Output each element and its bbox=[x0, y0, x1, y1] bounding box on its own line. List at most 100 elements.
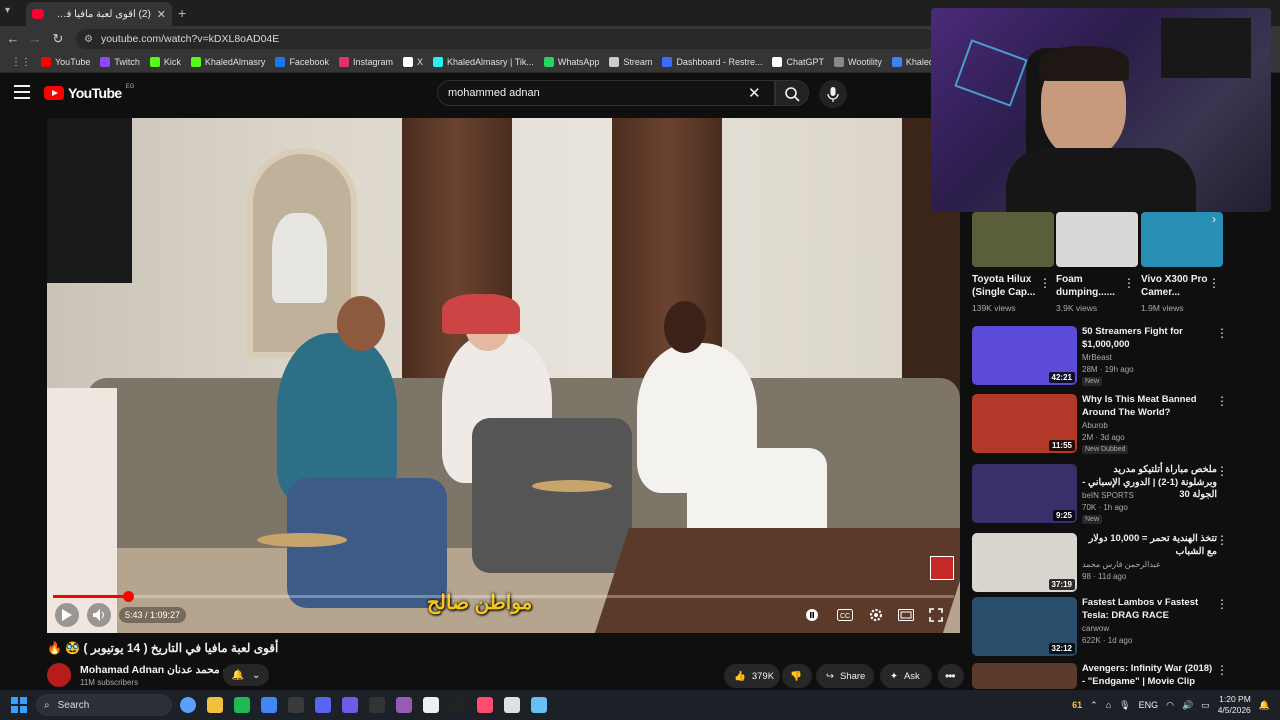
more-icon[interactable]: ⋮ bbox=[1216, 326, 1228, 340]
bookmark-item[interactable]: YouTube bbox=[36, 57, 95, 67]
network-icon[interactable]: ⌂ bbox=[1106, 700, 1111, 710]
app-icon[interactable] bbox=[477, 697, 493, 713]
more-icon[interactable]: ⋮ bbox=[1216, 394, 1228, 408]
recommendation-item[interactable]: 9:25 ملخص مباراة أتلتيكو مدريد وبرشلونة (… bbox=[972, 464, 1272, 526]
recommendation-title[interactable]: Fastest Lambos v Fastest Tesla: DRAG RAC… bbox=[1082, 597, 1217, 622]
voice-search-button[interactable] bbox=[819, 80, 847, 108]
recommendation-thumbnail[interactable]: 42:21 bbox=[972, 326, 1077, 385]
recommendation-thumbnail[interactable]: 32:12 bbox=[972, 597, 1077, 656]
forward-icon[interactable]: → bbox=[26, 31, 44, 46]
play-button[interactable] bbox=[55, 603, 79, 627]
recommendation-thumbnail[interactable]: 11:55 bbox=[972, 394, 1077, 453]
apps-icon[interactable]: ⋮⋮ bbox=[6, 57, 36, 68]
notifications-button[interactable]: 🔔 ⌄ bbox=[223, 664, 269, 686]
bookmark-item[interactable]: Kick bbox=[145, 57, 186, 67]
active-tab[interactable]: (2) أقوى لعبة مافيا في التاريخ (4 ✕ bbox=[26, 2, 172, 26]
more-icon[interactable]: ⋮ bbox=[1123, 276, 1135, 290]
bookmark-item[interactable]: Dashboard - Restre... bbox=[657, 57, 767, 67]
bookmark-item[interactable]: KhaledAlmasry bbox=[186, 57, 271, 67]
clear-search-icon[interactable]: ✕ bbox=[748, 84, 761, 102]
autoplay-toggle[interactable] bbox=[802, 605, 822, 625]
spotify-icon[interactable] bbox=[234, 697, 250, 713]
recommendation-thumbnail[interactable] bbox=[972, 663, 1077, 689]
dislike-button[interactable]: 👎 bbox=[782, 664, 812, 688]
recommendation-item[interactable]: Avengers: Infinity War (2018) - "Endgame… bbox=[972, 663, 1272, 689]
file-explorer-icon[interactable] bbox=[207, 697, 223, 713]
recommendation-channel[interactable]: MrBeast bbox=[1082, 353, 1112, 362]
discord-icon[interactable] bbox=[315, 697, 331, 713]
taskbar-search[interactable]: ⌕ Search bbox=[36, 694, 172, 716]
bookmark-item[interactable]: Twitch bbox=[95, 57, 145, 67]
shelf-thumbnail[interactable] bbox=[972, 212, 1054, 267]
address-bar[interactable]: ⚙ youtube.com/watch?v=kDXL8oAD04E bbox=[76, 29, 936, 49]
youtube-logo[interactable]: YouTube EG bbox=[44, 84, 134, 101]
more-icon[interactable]: ⋮ bbox=[1208, 276, 1220, 290]
recommendation-title[interactable]: تتخذ الهندية تحمر = 10,000 دولار مع الشب… bbox=[1082, 533, 1217, 558]
recommendation-channel[interactable]: عبدالرحمن فارس محمد bbox=[1082, 560, 1161, 569]
volume-icon[interactable]: 🔊 bbox=[1182, 700, 1193, 711]
recommendation-item[interactable]: 42:21 50 Streamers Fight for $1,000,000 Mr… bbox=[972, 326, 1272, 388]
recommendation-item[interactable]: 11:55 Why Is This Meat Banned Around The … bbox=[972, 394, 1272, 456]
store-icon[interactable] bbox=[423, 697, 439, 713]
more-actions-button[interactable]: ••• bbox=[938, 664, 964, 688]
bookmark-item[interactable]: KhaledAlmasry | Tik... bbox=[428, 57, 539, 67]
recommendation-item[interactable]: 37:19 تتخذ الهندية تحمر = 10,000 دولار مع… bbox=[972, 533, 1272, 595]
video-player[interactable]: مواطن صالح 5:43 / 1:09:27 CC bbox=[47, 118, 960, 633]
streamlabs-icon[interactable] bbox=[396, 697, 412, 713]
recommendation-title[interactable]: Why Is This Meat Banned Around The World… bbox=[1082, 394, 1217, 419]
mute-button[interactable] bbox=[87, 603, 111, 627]
fullscreen-button[interactable] bbox=[926, 605, 946, 625]
site-info-icon[interactable]: ⚙ bbox=[84, 34, 93, 45]
reload-icon[interactable]: ↻ bbox=[49, 31, 67, 47]
bookmark-item[interactable]: X bbox=[398, 57, 428, 67]
clock[interactable]: 1:20 PM 4/5/2026 bbox=[1218, 694, 1251, 716]
scrubber-handle[interactable] bbox=[122, 591, 134, 602]
theater-mode-button[interactable] bbox=[896, 605, 916, 625]
terminal-icon[interactable] bbox=[369, 697, 385, 713]
bookmark-item[interactable]: Stream bbox=[604, 57, 657, 67]
bookmark-item[interactable]: Instagram bbox=[334, 57, 398, 67]
more-icon[interactable]: ⋮ bbox=[1216, 533, 1228, 547]
language-indicator[interactable]: ENG bbox=[1139, 700, 1159, 710]
battery-icon[interactable]: ▭ bbox=[1201, 700, 1210, 711]
share-button[interactable]: ↪ Share bbox=[816, 664, 874, 688]
captions-button[interactable]: CC bbox=[835, 605, 855, 625]
settings-button[interactable] bbox=[866, 605, 886, 625]
tray-overflow-icon[interactable]: ⌃ bbox=[1090, 700, 1098, 711]
more-icon[interactable]: ⋮ bbox=[1039, 276, 1051, 290]
close-tab-icon[interactable]: ✕ bbox=[157, 8, 166, 21]
bookmark-item[interactable]: WhatsApp bbox=[539, 57, 605, 67]
recommendation-channel[interactable]: carwow bbox=[1082, 624, 1109, 633]
recommendation-channel[interactable]: beIN SPORTS bbox=[1082, 491, 1134, 500]
recommendation-title[interactable]: 50 Streamers Fight for $1,000,000 bbox=[1082, 326, 1217, 351]
recommendation-title[interactable]: Avengers: Infinity War (2018) - "Endgame… bbox=[1082, 663, 1217, 688]
shelf-thumbnail[interactable] bbox=[1056, 212, 1138, 267]
menu-icon[interactable] bbox=[14, 85, 30, 103]
recommendation-thumbnail[interactable]: 9:25 bbox=[972, 464, 1077, 523]
copilot-icon[interactable] bbox=[180, 697, 196, 713]
search-input[interactable]: mohammed adnan bbox=[437, 80, 775, 106]
progress-bar[interactable] bbox=[53, 591, 954, 602]
channel-watermark[interactable] bbox=[930, 556, 954, 580]
more-icon[interactable]: ⋮ bbox=[1216, 597, 1228, 611]
shelf-thumbnail[interactable] bbox=[1141, 212, 1223, 267]
obs-icon[interactable] bbox=[288, 697, 304, 713]
app-icon[interactable] bbox=[450, 697, 466, 713]
microphone-icon[interactable]: 🎙 bbox=[1119, 700, 1130, 711]
wifi-icon[interactable]: ◠ bbox=[1166, 700, 1174, 711]
steam-icon[interactable] bbox=[531, 697, 547, 713]
recommendation-channel[interactable]: Aburob bbox=[1082, 421, 1108, 430]
recommendation-thumbnail[interactable]: 37:19 bbox=[972, 533, 1077, 592]
channel-avatar[interactable] bbox=[47, 663, 71, 687]
more-icon[interactable]: ⋮ bbox=[1216, 663, 1228, 677]
notes-icon[interactable] bbox=[504, 697, 520, 713]
recommendation-item[interactable]: 32:12 Fastest Lambos v Fastest Tesla: DRA… bbox=[972, 597, 1272, 659]
apps-grid-icon[interactable] bbox=[342, 697, 358, 713]
shelf-next-icon[interactable]: › bbox=[1212, 212, 1216, 226]
ask-button[interactable]: ✦ Ask bbox=[880, 664, 932, 688]
new-tab-icon[interactable]: + bbox=[178, 5, 186, 21]
bookmark-item[interactable]: Facebook bbox=[270, 57, 334, 67]
back-icon[interactable]: ← bbox=[4, 31, 22, 46]
chrome-icon[interactable] bbox=[261, 697, 277, 713]
notification-bell-icon[interactable]: 🔔 bbox=[1259, 700, 1270, 711]
